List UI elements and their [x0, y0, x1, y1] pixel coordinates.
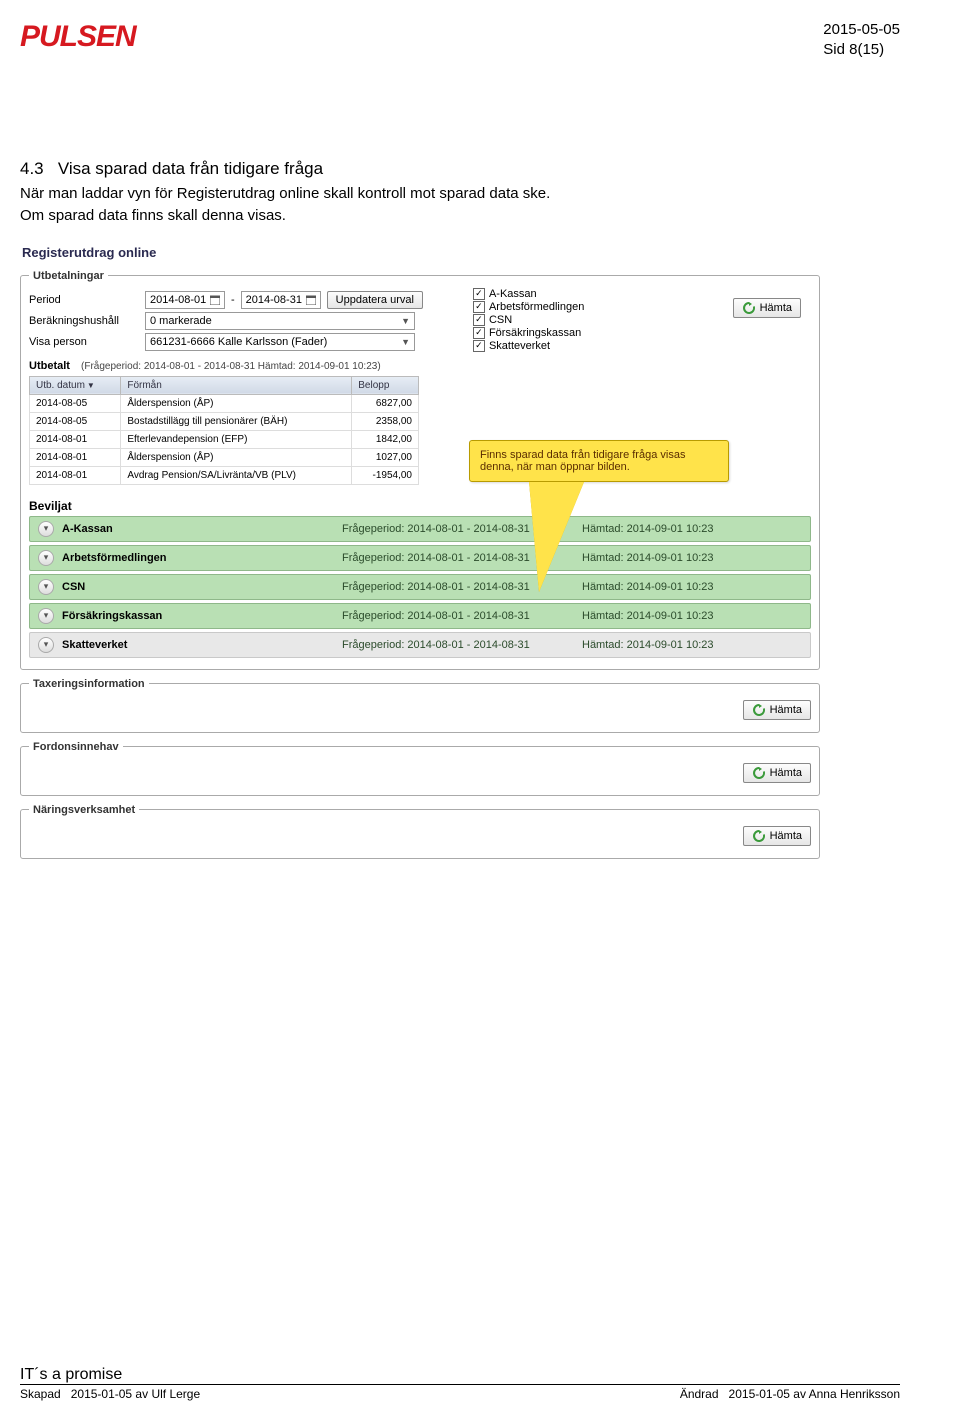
checkbox-icon[interactable]: ✓ — [473, 288, 485, 300]
fetch-button[interactable]: Hämta — [743, 826, 811, 846]
chevron-down-icon: ▼ — [401, 316, 410, 326]
utbetalt-meta: (Frågeperiod: 2014-08-01 - 2014-08-31 Hä… — [81, 361, 381, 372]
table-row: 2014-08-01Avdrag Pension/SA/Livränta/VB … — [30, 466, 419, 484]
table-row: 2014-08-01Efterlevandepension (EFP)1842,… — [30, 430, 419, 448]
beviljat-row[interactable]: ▾ Skatteverket Frågeperiod: 2014-08-01 -… — [29, 632, 811, 658]
table-row: 2014-08-01Ålderspension (ÅP)1027,00 — [30, 448, 419, 466]
person-label: Visa person — [29, 336, 139, 348]
filter-column: Period 2014-08-01 - 2014-08-31 — [29, 288, 423, 354]
footer-bar: Skapad 2015-01-05 av Ulf Lerge Ändrad 20… — [20, 1384, 900, 1401]
annotation-callout: Finns sparad data från tidigare fråga vi… — [469, 440, 729, 592]
household-label: Beräkningshushåll — [29, 315, 139, 327]
page: PULSEN 2015-05-05 Sid 8(15) 4.3 Visa spa… — [0, 0, 960, 1411]
table-row: 2014-08-05Ålderspension (ÅP)6827,00 — [30, 394, 419, 412]
source-checkbox-row[interactable]: ✓Skatteverket — [473, 340, 584, 352]
household-dropdown[interactable]: 0 markerade ▼ — [145, 312, 415, 330]
period-separator: - — [231, 294, 235, 306]
callout-text: Finns sparad data från tidigare fråga vi… — [469, 440, 729, 482]
col-amount[interactable]: Belopp — [352, 376, 419, 394]
expand-icon[interactable]: ▾ — [38, 521, 54, 537]
expand-icon[interactable]: ▾ — [38, 550, 54, 566]
source-checkbox-row[interactable]: ✓Arbetsförmedlingen — [473, 301, 584, 313]
header-date: 2015-05-05 — [823, 20, 900, 40]
sort-desc-icon: ▼ — [87, 381, 95, 390]
expand-icon[interactable]: ▾ — [38, 637, 54, 653]
period-label: Period — [29, 294, 139, 306]
group-taxeringsinformation: Taxeringsinformation Hämta — [20, 678, 820, 733]
group-naringsverksamhet: Näringsverksamhet Hämta — [20, 804, 820, 859]
expand-icon[interactable]: ▾ — [38, 608, 54, 624]
refresh-icon — [752, 766, 766, 780]
person-dropdown[interactable]: 661231-6666 Kalle Karlsson (Fader) ▼ — [145, 333, 415, 351]
section-number: 4.3 — [20, 159, 44, 178]
chevron-down-icon: ▼ — [401, 337, 410, 347]
table-row: 2014-08-05Bostadstillägg till pensionäre… — [30, 412, 419, 430]
beviljat-row[interactable]: ▾ Försäkringskassan Frågeperiod: 2014-08… — [29, 603, 811, 629]
checkbox-icon[interactable]: ✓ — [473, 340, 485, 352]
fetch-button[interactable]: Hämta — [733, 298, 801, 318]
refresh-icon — [742, 301, 756, 315]
refresh-icon — [752, 829, 766, 843]
embedded-screenshot: Registerutdrag online Utbetalningar Peri… — [20, 245, 820, 859]
col-benefit[interactable]: Förmån — [121, 376, 352, 394]
fetch-button[interactable]: Hämta — [743, 700, 811, 720]
checkbox-icon[interactable]: ✓ — [473, 301, 485, 313]
group-taxeringsinformation-legend: Taxeringsinformation — [29, 678, 149, 690]
section-title: Visa sparad data från tidigare fråga — [58, 159, 323, 178]
utbetalt-heading: Utbetalt (Frågeperiod: 2014-08-01 - 2014… — [29, 360, 811, 372]
footer-changed: Ändrad 2015-01-05 av Anna Henriksson — [680, 1387, 900, 1401]
col-date[interactable]: Utb. datum▼ — [30, 376, 121, 394]
logo: PULSEN — [20, 20, 136, 54]
group-naringsverksamhet-legend: Näringsverksamhet — [29, 804, 139, 816]
checkbox-icon[interactable]: ✓ — [473, 314, 485, 326]
expand-icon[interactable]: ▾ — [38, 579, 54, 595]
refresh-icon — [752, 703, 766, 717]
source-checkbox-list: ✓A-Kassan ✓Arbetsförmedlingen ✓CSN ✓Förs… — [473, 288, 584, 352]
document-header: PULSEN 2015-05-05 Sid 8(15) — [20, 20, 900, 59]
update-selection-button[interactable]: Uppdatera urval — [327, 291, 423, 309]
header-meta: 2015-05-05 Sid 8(15) — [823, 20, 900, 59]
app-title: Registerutdrag online — [22, 245, 820, 260]
period-to-input[interactable]: 2014-08-31 — [241, 291, 321, 309]
checkbox-icon[interactable]: ✓ — [473, 327, 485, 339]
calendar-icon[interactable] — [210, 295, 220, 305]
document-footer: IT´s a promise Skapad 2015-01-05 av Ulf … — [20, 1366, 900, 1401]
source-checkbox-row[interactable]: ✓A-Kassan — [473, 288, 584, 300]
group-fordonsinnehav-legend: Fordonsinnehav — [29, 741, 123, 753]
section-body: När man laddar vyn för Registerutdrag on… — [20, 183, 900, 227]
payments-table: Utb. datum▼ Förmån Belopp 2014-08-05Ålde… — [29, 376, 419, 485]
group-utbetalningar-legend: Utbetalningar — [29, 270, 108, 282]
source-checkbox-row[interactable]: ✓Försäkringskassan — [473, 327, 584, 339]
period-from-input[interactable]: 2014-08-01 — [145, 291, 225, 309]
section-heading: 4.3 Visa sparad data från tidigare fråga — [20, 159, 900, 179]
header-page: Sid 8(15) — [823, 40, 900, 60]
source-checkbox-row[interactable]: ✓CSN — [473, 314, 584, 326]
fetch-button[interactable]: Hämta — [743, 763, 811, 783]
group-fordonsinnehav: Fordonsinnehav Hämta — [20, 741, 820, 796]
group-utbetalningar: Utbetalningar Period 2014-08-01 - — [20, 270, 820, 670]
callout-pointer-icon — [529, 482, 584, 592]
calendar-icon[interactable] — [306, 295, 316, 305]
footer-promise: IT´s a promise — [20, 1366, 900, 1384]
footer-created: Skapad 2015-01-05 av Ulf Lerge — [20, 1387, 200, 1401]
